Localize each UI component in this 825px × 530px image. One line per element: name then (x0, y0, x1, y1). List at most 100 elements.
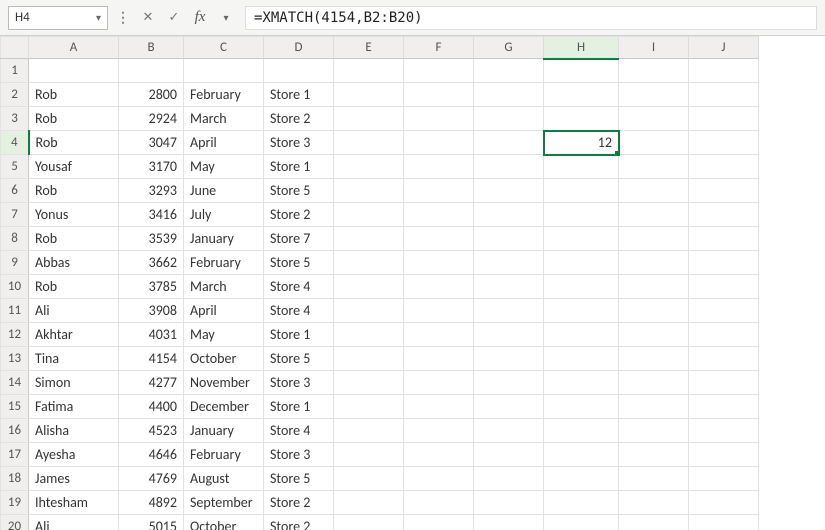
cell[interactable]: December (184, 395, 264, 419)
cell[interactable] (544, 83, 619, 107)
cell[interactable]: February (184, 83, 264, 107)
cell[interactable] (474, 491, 544, 515)
row-header[interactable]: 13 (1, 347, 29, 371)
cell[interactable]: February (184, 443, 264, 467)
cell[interactable]: 3662 (119, 251, 184, 275)
cell[interactable]: Rob (29, 275, 119, 299)
cell[interactable] (474, 347, 544, 371)
cell[interactable]: June (184, 179, 264, 203)
cell[interactable]: Ihtesham (29, 491, 119, 515)
cell[interactable] (619, 179, 689, 203)
cell[interactable] (689, 491, 759, 515)
cell[interactable]: October (184, 515, 264, 530)
cell[interactable]: 3908 (119, 299, 184, 323)
cell[interactable] (689, 59, 759, 83)
cell[interactable] (474, 275, 544, 299)
cell[interactable] (404, 323, 474, 347)
cell[interactable] (334, 347, 404, 371)
cell[interactable] (404, 347, 474, 371)
cell[interactable]: Rob (29, 227, 119, 251)
cell[interactable] (619, 395, 689, 419)
cell[interactable] (334, 155, 404, 179)
cell[interactable] (619, 491, 689, 515)
cell[interactable] (689, 83, 759, 107)
cell[interactable]: Store 3 (264, 131, 334, 155)
cell[interactable] (689, 155, 759, 179)
cell[interactable] (474, 155, 544, 179)
cell[interactable] (334, 59, 404, 83)
formula-input[interactable] (245, 6, 817, 30)
cell[interactable] (689, 251, 759, 275)
fill-handle[interactable] (615, 151, 619, 155)
cell[interactable]: January (184, 227, 264, 251)
cancel-icon[interactable]: ✕ (137, 7, 159, 29)
cell[interactable]: Store 3 (264, 443, 334, 467)
cell[interactable] (689, 467, 759, 491)
cell[interactable]: Rob (29, 131, 119, 155)
cell[interactable] (619, 443, 689, 467)
cell[interactable]: Fatima (29, 395, 119, 419)
column-header[interactable]: I (619, 37, 689, 59)
cell[interactable]: 4400 (119, 395, 184, 419)
cell[interactable]: Rob (29, 179, 119, 203)
cell[interactable] (619, 59, 689, 83)
cell[interactable] (689, 347, 759, 371)
cell[interactable] (619, 419, 689, 443)
cell[interactable]: Rob (29, 83, 119, 107)
cell[interactable]: Yonus (29, 203, 119, 227)
cell[interactable]: Store 5 (264, 467, 334, 491)
cell[interactable] (404, 371, 474, 395)
row-header[interactable]: 15 (1, 395, 29, 419)
cell[interactable]: Store 2 (264, 107, 334, 131)
row-header[interactable]: 19 (1, 491, 29, 515)
cell[interactable] (619, 83, 689, 107)
cell[interactable] (689, 131, 759, 155)
cell[interactable] (619, 131, 689, 155)
cell[interactable] (474, 467, 544, 491)
cell[interactable]: Store 2 (264, 491, 334, 515)
cell[interactable] (404, 491, 474, 515)
cell[interactable]: Tina (29, 347, 119, 371)
cell[interactable] (474, 131, 544, 155)
cell[interactable]: Yousaf (29, 155, 119, 179)
cell[interactable]: 3539 (119, 227, 184, 251)
cell[interactable]: October (184, 347, 264, 371)
row-header[interactable]: 5 (1, 155, 29, 179)
cell[interactable] (689, 299, 759, 323)
cell[interactable] (404, 443, 474, 467)
cell[interactable] (334, 83, 404, 107)
row-header[interactable]: 14 (1, 371, 29, 395)
cell[interactable]: 3785 (119, 275, 184, 299)
cell[interactable] (474, 203, 544, 227)
cell[interactable] (544, 419, 619, 443)
cell[interactable]: 4769 (119, 467, 184, 491)
cell[interactable] (544, 107, 619, 131)
cell[interactable]: Abbas (29, 251, 119, 275)
cell[interactable] (334, 275, 404, 299)
cell[interactable] (334, 419, 404, 443)
cell[interactable] (334, 131, 404, 155)
row-header[interactable]: 7 (1, 203, 29, 227)
column-header[interactable]: D (264, 37, 334, 59)
cell[interactable]: 4277 (119, 371, 184, 395)
cell[interactable]: 2800 (119, 83, 184, 107)
row-header[interactable]: 9 (1, 251, 29, 275)
cell[interactable]: 4154 (119, 347, 184, 371)
cell[interactable] (544, 443, 619, 467)
cell[interactable] (334, 491, 404, 515)
column-header[interactable]: C (184, 37, 264, 59)
row-header[interactable]: 6 (1, 179, 29, 203)
cell[interactable] (474, 419, 544, 443)
cell[interactable] (619, 275, 689, 299)
cell[interactable] (474, 107, 544, 131)
cell[interactable]: 2924 (119, 107, 184, 131)
cell[interactable] (334, 179, 404, 203)
cell[interactable]: Store 2 (264, 515, 334, 530)
cell[interactable] (29, 59, 119, 83)
cell[interactable]: January (184, 419, 264, 443)
cell[interactable] (184, 59, 264, 83)
cell[interactable]: Simon (29, 371, 119, 395)
cell[interactable] (544, 347, 619, 371)
cell[interactable] (619, 227, 689, 251)
chevron-down-icon[interactable]: ▾ (215, 7, 237, 29)
